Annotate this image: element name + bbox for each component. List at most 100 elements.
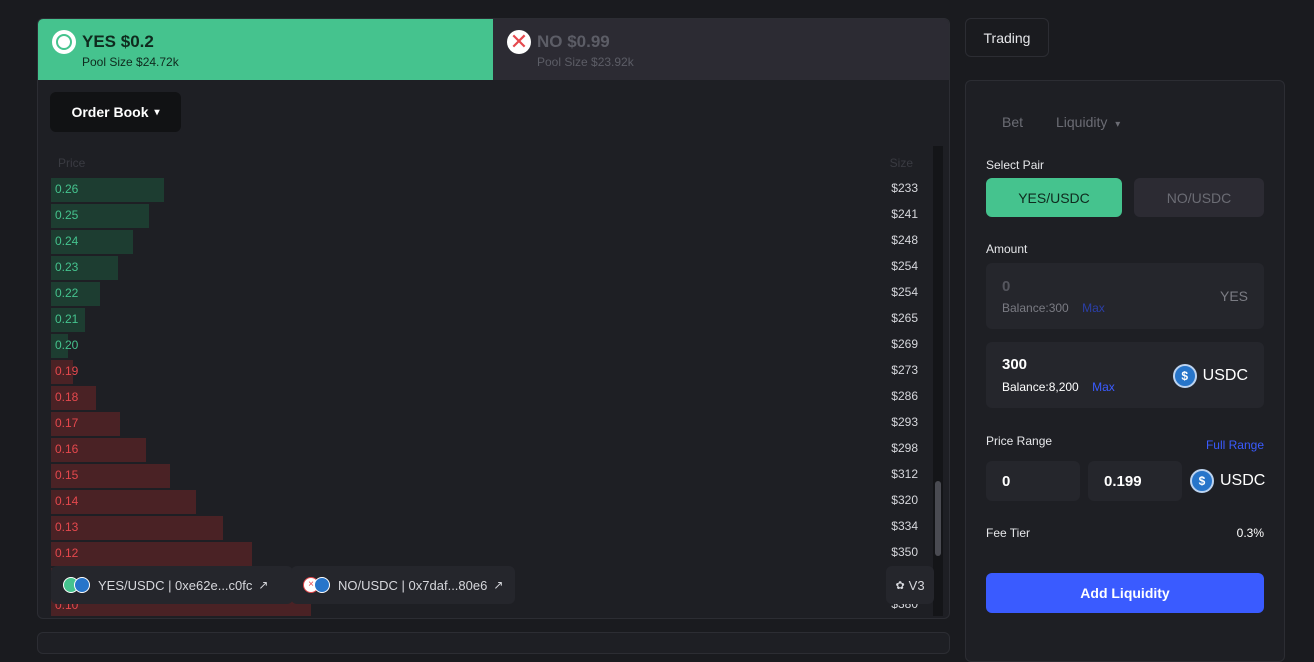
liquidity-panel: Bet Liquidity ▾ Select Pair YES/USDC NO/… — [965, 80, 1285, 662]
pair-yes-usdc-button[interactable]: YES/USDC — [986, 178, 1122, 217]
order-size: $293 — [891, 415, 918, 429]
order-row: 0.21 $265 — [51, 306, 918, 332]
usdc-balance: Balance:8,200 — [1002, 380, 1079, 394]
range-token-label: USDC — [1220, 472, 1266, 489]
order-row: 0.18 $286 — [51, 384, 918, 410]
order-size: $248 — [891, 233, 918, 247]
usdc-token-icon — [314, 577, 330, 593]
market-panel: YES $0.2 Pool Size $24.72k ✕ NO $0.99 Po… — [37, 18, 950, 619]
usdc-amount-input[interactable]: 300 — [1002, 356, 1027, 373]
size-column-header: Size — [889, 156, 913, 170]
order-row: 0.14 $320 — [51, 488, 918, 514]
lower-card — [37, 632, 950, 654]
order-size: $286 — [891, 389, 918, 403]
fee-tier-label: Fee Tier — [986, 526, 1031, 540]
order-size: $298 — [891, 441, 918, 455]
yes-pool-label: YES/USDC | 0xe62e...c0fc — [98, 577, 253, 593]
yes-balance: Balance:300 — [1002, 301, 1069, 315]
usdc-amount-field[interactable]: 300 Balance:8,200 Max $ USDC — [986, 342, 1264, 408]
amount-label: Amount — [986, 242, 1028, 256]
order-size: $320 — [891, 493, 918, 507]
order-row: 0.20 $269 — [51, 332, 918, 358]
pair-no-usdc-button[interactable]: NO/USDC — [1134, 178, 1264, 217]
order-price: 0.17 — [55, 416, 79, 430]
price-range-label: Price Range — [986, 434, 1053, 448]
depth-bar — [51, 542, 252, 566]
order-price: 0.20 — [55, 338, 79, 352]
yes-amount-input[interactable]: 0 — [1002, 278, 1010, 295]
order-size: $269 — [891, 337, 918, 351]
order-price: 0.16 — [55, 442, 79, 456]
order-size: $350 — [891, 545, 918, 559]
order-row: 0.13 $334 — [51, 514, 918, 540]
trading-button[interactable]: Trading — [965, 18, 1049, 57]
order-price: 0.19 — [55, 364, 79, 378]
order-row: 0.26 $233 — [51, 176, 918, 202]
order-book-dropdown[interactable]: Order Book ▾ — [50, 92, 181, 132]
order-row: 0.19 $273 — [51, 358, 918, 384]
order-price: 0.25 — [55, 208, 79, 222]
order-price: 0.21 — [55, 312, 79, 326]
usdc-max-button[interactable]: Max — [1092, 380, 1115, 394]
order-row: 0.15 $312 — [51, 462, 918, 488]
order-book-scrollbar[interactable] — [933, 146, 943, 616]
version-label: V3 — [908, 577, 925, 593]
yes-outcome-tab[interactable]: YES $0.2 Pool Size $24.72k — [38, 19, 493, 80]
add-liquidity-button[interactable]: Add Liquidity — [986, 573, 1264, 613]
range-min-input[interactable]: 0 — [986, 461, 1080, 501]
uniswap-version-badge[interactable]: ✿ V3 — [886, 566, 934, 604]
yes-pool-size: Pool Size $24.72k — [82, 55, 179, 69]
order-price: 0.24 — [55, 234, 79, 248]
order-price: 0.15 — [55, 468, 79, 482]
yes-price: YES $0.2 — [82, 32, 154, 51]
order-book-label: Order Book — [71, 104, 149, 120]
usdc-token-label: USDC — [1202, 367, 1248, 384]
full-range-button[interactable]: Full Range — [1206, 438, 1264, 452]
uniswap-icon: ✿ — [895, 579, 905, 592]
order-size: $254 — [891, 259, 918, 273]
order-price: 0.26 — [55, 182, 79, 196]
order-price: 0.12 — [55, 546, 79, 560]
order-size: $254 — [891, 285, 918, 299]
order-price: 0.23 — [55, 260, 79, 274]
tab-liquidity[interactable]: Liquidity ▾ — [1056, 114, 1120, 130]
scrollbar-thumb[interactable] — [935, 481, 941, 556]
order-row: 0.12 $350 — [51, 540, 918, 566]
order-price: 0.18 — [55, 390, 79, 404]
yes-token-label: YES — [1219, 288, 1248, 304]
order-row: 0.16 $298 — [51, 436, 918, 462]
no-outcome-tab[interactable]: ✕ NO $0.99 Pool Size $23.92k — [493, 19, 949, 80]
no-x-icon: ✕ — [507, 30, 531, 54]
order-size: $273 — [891, 363, 918, 377]
tab-liquidity-label: Liquidity — [1056, 114, 1108, 130]
order-row: 0.22 $254 — [51, 280, 918, 306]
select-pair-label: Select Pair — [986, 158, 1045, 172]
tab-bet[interactable]: Bet — [1002, 114, 1023, 130]
order-size: $233 — [891, 181, 918, 195]
range-min-value: 0 — [1002, 473, 1011, 490]
chevron-down-icon: ▾ — [154, 106, 160, 118]
yes-pool-link[interactable]: YES/USDC | 0xe62e...c0fc ↗ — [51, 566, 293, 604]
yes-amount-field[interactable]: 0 Balance:300 Max YES — [986, 263, 1264, 329]
chevron-down-icon: ▾ — [1115, 119, 1121, 130]
order-size: $241 — [891, 207, 918, 221]
order-size: $334 — [891, 519, 918, 533]
no-pool-link[interactable]: × NO/USDC | 0x7daf...80e6 ↗ — [291, 566, 515, 604]
no-pool-label: NO/USDC | 0x7daf...80e6 — [338, 577, 488, 593]
yes-check-icon — [52, 30, 76, 54]
yes-max-button[interactable]: Max — [1082, 301, 1105, 315]
order-size: $312 — [891, 467, 918, 481]
order-row: 0.23 $254 — [51, 254, 918, 280]
external-link-icon: ↗ — [493, 578, 504, 592]
order-price: 0.13 — [55, 520, 79, 534]
order-row: 0.24 $248 — [51, 228, 918, 254]
order-price: 0.22 — [55, 286, 79, 300]
price-column-header: Price — [58, 156, 86, 170]
order-row: 0.17 $293 — [51, 410, 918, 436]
usdc-token-icon — [74, 577, 90, 593]
range-max-value: 0.199 — [1104, 473, 1142, 490]
range-max-input[interactable]: 0.199 — [1088, 461, 1182, 501]
usdc-coin-icon: $ — [1190, 469, 1214, 493]
order-price: 0.14 — [55, 494, 79, 508]
usdc-coin-icon: $ — [1172, 364, 1197, 388]
